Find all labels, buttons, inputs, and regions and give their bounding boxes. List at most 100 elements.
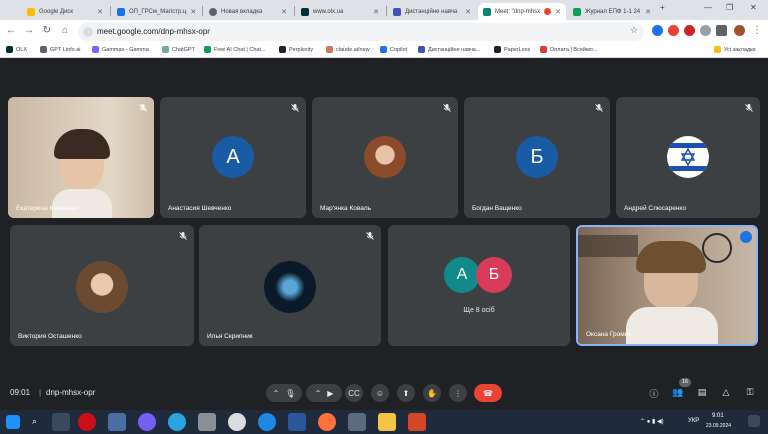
- viber-icon[interactable]: [138, 413, 156, 431]
- powerpoint-icon[interactable]: [408, 413, 426, 431]
- file-icon[interactable]: [108, 413, 126, 431]
- meeting-clock: 09:01: [10, 388, 31, 397]
- tray-date[interactable]: 23.09.2024: [706, 423, 731, 429]
- participant-tile[interactable]: А Анастасия Шевченко: [160, 97, 306, 218]
- reload-icon[interactable]: ↻: [40, 25, 54, 36]
- extensions-puzzle-icon[interactable]: [700, 25, 711, 36]
- tab-title: Meet: "dnp-mhsx: [495, 8, 541, 15]
- flag-icon: [667, 143, 709, 171]
- tab-distance-learning[interactable]: Дистанційне навча ✕: [388, 3, 476, 20]
- close-icon[interactable]: ✕: [190, 8, 196, 16]
- bookmark-item[interactable]: claude.ai/new: [326, 46, 370, 53]
- chrome-icon: [209, 7, 217, 16]
- participant-tile[interactable]: Андрей Слюсаренко: [616, 97, 760, 218]
- site-info-icon[interactable]: [83, 27, 93, 37]
- info-icon[interactable]: ⓘ: [648, 387, 660, 399]
- raise-hand-button[interactable]: ✋: [423, 384, 441, 402]
- participant-name: Виктория Осташенко: [18, 333, 82, 340]
- chevron-up-icon[interactable]: ⌃: [273, 389, 280, 398]
- tab-title: Журнал ЕПФ 1-1 24: [585, 8, 641, 15]
- chrome-icon[interactable]: [228, 413, 246, 431]
- participant-tile-speaking[interactable]: Оксана Громик: [576, 225, 758, 346]
- bookmark-item[interactable]: Copilot: [380, 46, 407, 53]
- camera-button[interactable]: ⌃ ▶: [306, 384, 342, 402]
- edge-icon[interactable]: [258, 413, 276, 431]
- chat-icon[interactable]: ▤: [696, 387, 708, 399]
- bookmark-item[interactable]: PaperLess: [494, 46, 530, 53]
- close-window-button[interactable]: ✕: [750, 3, 757, 12]
- address-bar[interactable]: meet.google.com/dnp-mhsx-opr ☆: [78, 23, 644, 41]
- minimize-button[interactable]: —: [704, 3, 712, 12]
- close-icon[interactable]: ✕: [645, 8, 651, 16]
- tab-new-tab[interactable]: Новая вкладка ✕: [204, 3, 292, 20]
- downloads-icon[interactable]: [716, 25, 727, 36]
- task-view-icon[interactable]: [52, 413, 70, 431]
- avatar[interactable]: [734, 25, 745, 36]
- tab-journal[interactable]: Журнал ЕПФ 1-1 24 ✕: [568, 3, 656, 20]
- bookmark-item[interactable]: GPT Linfo.ai: [40, 46, 80, 53]
- moodle-icon: [418, 46, 425, 53]
- present-button[interactable]: ⬆: [397, 384, 415, 402]
- opera-icon[interactable]: [78, 413, 96, 431]
- bookmark-label: ChatGPT: [172, 46, 195, 53]
- captions-button[interactable]: CC: [345, 384, 363, 402]
- participant-tile[interactable]: Мар'янка Коваль: [312, 97, 458, 218]
- host-controls-icon[interactable]: ⚿: [744, 387, 756, 399]
- new-tab-button[interactable]: +: [660, 3, 665, 12]
- copilot-icon: [380, 46, 387, 53]
- telegram-icon[interactable]: [168, 413, 186, 431]
- extension-icon[interactable]: [668, 25, 679, 36]
- bookmark-label: Copilot: [390, 46, 408, 53]
- windows-start-icon[interactable]: [6, 415, 20, 429]
- more-options-button[interactable]: ⋮: [449, 384, 467, 402]
- firefox-icon[interactable]: [318, 413, 336, 431]
- close-icon[interactable]: ✕: [373, 8, 379, 16]
- close-icon[interactable]: ✕: [555, 8, 561, 16]
- leave-call-button[interactable]: ☎: [474, 384, 502, 402]
- participant-tile[interactable]: Екатерина Каменько: [8, 97, 154, 218]
- people-icon[interactable]: 👥: [672, 387, 684, 399]
- bookmark-item[interactable]: OLX: [6, 46, 27, 53]
- word-icon[interactable]: [288, 413, 306, 431]
- tab-olx[interactable]: www.olx.ua ✕: [296, 3, 384, 20]
- participant-tile[interactable]: Илья Скрипник: [199, 225, 381, 346]
- activities-icon[interactable]: △: [720, 387, 732, 399]
- chevron-up-icon[interactable]: ⌃: [315, 389, 322, 398]
- bookmark-item[interactable]: Дистанційне навча...: [418, 46, 480, 53]
- participant-tile[interactable]: Виктория Осташенко: [10, 225, 194, 346]
- app-icon[interactable]: [198, 413, 216, 431]
- bookmark-item[interactable]: Gammas - Gamma: [92, 46, 149, 53]
- back-icon[interactable]: ←: [4, 25, 18, 36]
- participant-tile[interactable]: Б Богдан Ващенко: [464, 97, 610, 218]
- close-icon[interactable]: ✕: [465, 8, 471, 16]
- bookmark-item[interactable]: ChatGPT: [162, 46, 195, 53]
- tab-meet[interactable]: Meet: "dnp-mhsx ✕: [478, 3, 566, 20]
- close-icon[interactable]: ✕: [97, 8, 103, 16]
- bookmark-item[interactable]: Оплата | Всеймо...: [540, 46, 597, 53]
- app-icon[interactable]: [348, 413, 366, 431]
- gamma-icon: [92, 46, 99, 53]
- home-icon[interactable]: ⌂: [58, 25, 72, 36]
- microphone-button[interactable]: ⌃ 🎙: [266, 384, 302, 402]
- tray-time[interactable]: 9:01: [712, 413, 724, 419]
- extension-icon[interactable]: [652, 25, 663, 36]
- tab-google-drive[interactable]: Google Диск ✕: [22, 3, 108, 20]
- language-indicator[interactable]: УКР: [688, 418, 699, 424]
- menu-icon[interactable]: ⋮: [750, 25, 764, 36]
- close-icon[interactable]: ✕: [281, 8, 287, 16]
- maximize-button[interactable]: ❐: [726, 3, 733, 12]
- tab-op-grsm[interactable]: ОП_ГРСм_Магістр.ц ✕: [112, 3, 200, 20]
- search-icon[interactable]: ⌕: [32, 416, 37, 427]
- file-explorer-icon[interactable]: [378, 413, 396, 431]
- notifications-icon[interactable]: [748, 415, 760, 427]
- tray-icons[interactable]: ⌃ ● ▮ ◀): [640, 418, 664, 425]
- bookmark-item[interactable]: Free AI Chat | Chat...: [204, 46, 266, 53]
- forward-icon[interactable]: →: [22, 25, 36, 36]
- all-bookmarks[interactable]: Усі закладки: [714, 46, 756, 53]
- moodle-icon: [393, 7, 401, 16]
- bookmark-item[interactable]: Perplexity: [279, 46, 313, 53]
- bookmark-star-icon[interactable]: ☆: [630, 25, 638, 36]
- more-participants-tile[interactable]: А Б Ще 8 осіб: [388, 225, 570, 346]
- emoji-button[interactable]: ☺: [371, 384, 389, 402]
- extension-icon[interactable]: [684, 25, 695, 36]
